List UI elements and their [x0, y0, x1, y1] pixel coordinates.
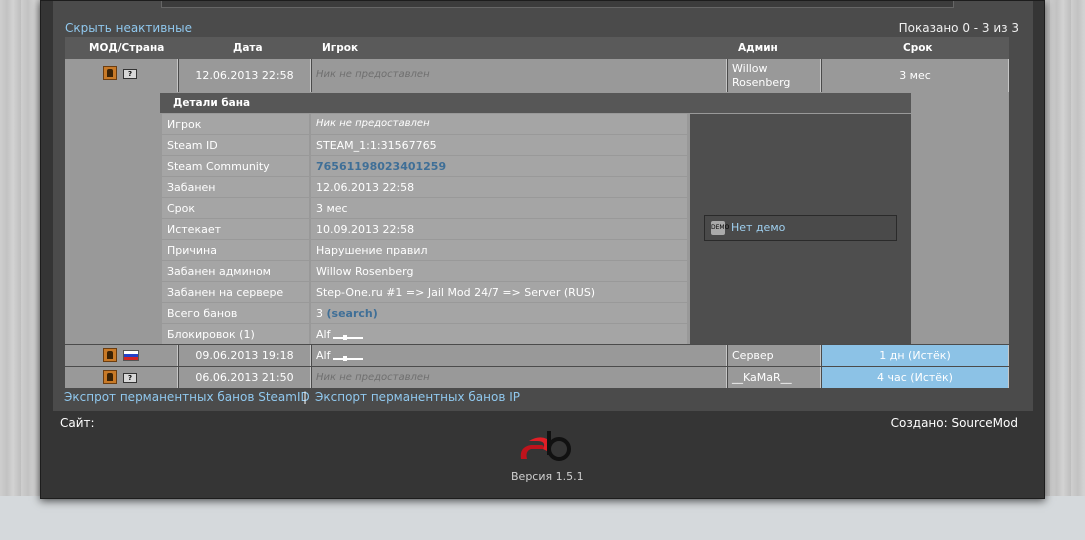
detail-row-total: Всего банов 3 (search)	[162, 303, 689, 323]
export-steamid-link[interactable]: Экспрот перманентных банов SteamID	[64, 390, 310, 404]
unknown-flag-icon: ?	[123, 373, 137, 383]
ban-date: 12.06.2013 22:58	[195, 69, 294, 82]
mod-icon	[103, 370, 117, 384]
ban-length: 4 час (Истёк)	[877, 371, 953, 384]
ban-player: Ник не предоставлен	[316, 372, 430, 383]
unknown-flag-icon: ?	[123, 69, 137, 79]
col-date: Дата	[233, 42, 263, 54]
detail-row-steamid: Steam ID STEAM_1:1:31567765	[162, 135, 689, 155]
detail-row-admin: Забанен админом Willow Rosenberg	[162, 261, 689, 281]
ban-details-header: Детали бана	[160, 93, 911, 113]
version-label: Версия 1.5.1	[511, 470, 584, 483]
detail-row-player: Игрок Ник не предоставлен	[162, 114, 689, 134]
content-panel: Скрыть неактивные Показано 0 - 3 из 3 МО…	[53, 1, 1033, 411]
top-bar	[161, 1, 954, 8]
created-by: Создано: SourceMod	[890, 416, 1018, 430]
table-header: МОД/Страна Дата Игрок Админ Срок	[65, 37, 1009, 59]
detail-row-banned: Забанен 12.06.2013 22:58	[162, 177, 689, 197]
table-row[interactable]: ? 12.06.2013 22:58 Ник не предоставлен W…	[65, 59, 1009, 92]
detail-row-community: Steam Community 76561198023401259	[162, 156, 689, 176]
export-ip-link[interactable]: Экспорт перманентных банов IP	[315, 390, 520, 404]
footer-separator: |	[303, 390, 308, 404]
ban-admin: Willow Rosenberg	[732, 62, 791, 89]
table-row[interactable]: 09.06.2013 19:18 Alf Сервер 1 дн (Истёк)	[65, 345, 1009, 366]
col-player: Игрок	[322, 42, 359, 54]
col-mod: МОД/Страна	[89, 42, 165, 54]
ban-player: Ник не предоставлен	[316, 69, 430, 80]
weapon-icon	[333, 352, 364, 361]
weapon-icon	[333, 331, 364, 340]
main-frame: Скрыть неактивные Показано 0 - 3 из 3 МО…	[40, 0, 1045, 499]
ban-date: 09.06.2013 19:18	[195, 349, 294, 362]
sourcebans-logo	[520, 431, 571, 461]
col-admin: Админ	[738, 42, 778, 54]
detail-row-blocks: Блокировок (1) Alf	[162, 324, 689, 344]
ban-length: 3 мес	[899, 69, 931, 82]
mod-icon	[103, 66, 117, 80]
col-length: Срок	[903, 42, 933, 54]
ban-date: 06.06.2013 21:50	[195, 371, 294, 384]
site-label: Сайт:	[60, 416, 95, 430]
mod-icon	[103, 348, 117, 362]
ban-admin: __KaMaR__	[732, 371, 792, 384]
detail-row-reason: Причина Нарушение правил	[162, 240, 689, 260]
detail-row-expires: Истекает 10.09.2013 22:58	[162, 219, 689, 239]
hide-inactive-link[interactable]: Скрыть неактивные	[65, 21, 192, 35]
ban-player: Alf	[316, 349, 331, 362]
no-demo-link[interactable]: Нет демо	[731, 221, 785, 234]
russia-flag-icon	[123, 350, 139, 361]
search-link[interactable]: (search)	[327, 307, 378, 320]
demo-box[interactable]: DEMO Нет демо	[704, 215, 897, 241]
detail-row-server: Забанен на сервере Step-One.ru #1 => Jail…	[162, 282, 689, 302]
table-row[interactable]: ? 06.06.2013 21:50 Ник не предоставлен _…	[65, 367, 1009, 388]
shown-count: Показано 0 - 3 из 3	[898, 21, 1019, 35]
demo-icon: DEMO	[711, 221, 729, 235]
ban-details-title: Детали бана	[173, 97, 251, 109]
ban-admin: Сервер	[732, 349, 774, 362]
detail-row-length: Срок 3 мес	[162, 198, 689, 218]
steam-community-link[interactable]: 76561198023401259	[316, 160, 446, 173]
ban-length: 1 дн (Истёк)	[879, 349, 951, 362]
